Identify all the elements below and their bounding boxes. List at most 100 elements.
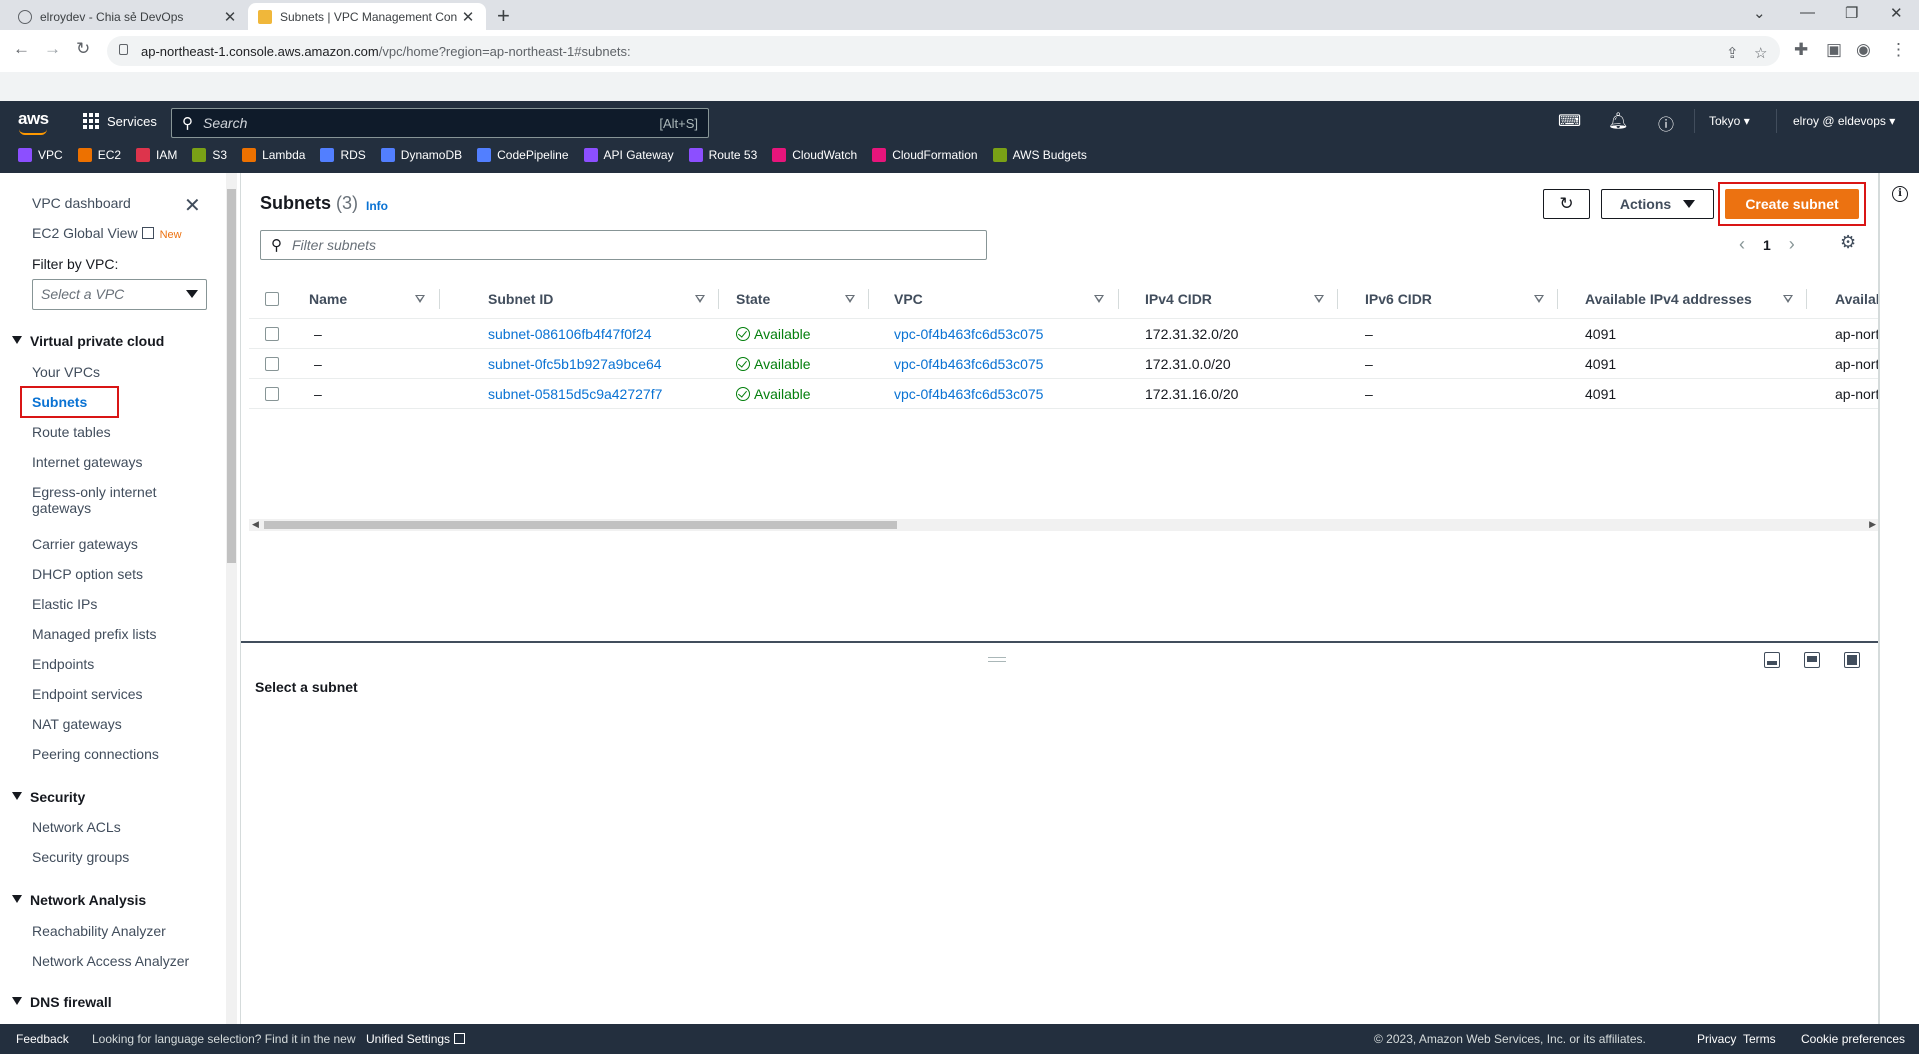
cell-vpc-link[interactable]: vpc-0f4b463fc6d53c075 <box>894 326 1043 342</box>
sidebar-item-internet-gateways[interactable]: Internet gateways <box>32 454 143 470</box>
table-row[interactable]: – subnet-0fc5b1b927a9bce64 Available vpc… <box>249 349 1879 379</box>
favorite-s3[interactable]: S3 <box>192 148 227 162</box>
table-settings-gear-icon[interactable]: ⚙ <box>1840 232 1856 253</box>
sidebar-item-ec2-global-view[interactable]: EC2 Global View New <box>32 225 182 241</box>
extensions-puzzle-icon[interactable]: ✚ <box>1794 40 1808 60</box>
favorite-api-gateway[interactable]: API Gateway <box>583 148 674 162</box>
cell-vpc-link[interactable]: vpc-0f4b463fc6d53c075 <box>894 356 1043 372</box>
select-all-checkbox[interactable] <box>265 292 279 306</box>
region-selector[interactable]: Tokyo ▾ <box>1709 114 1750 128</box>
aws-logo[interactable]: aws <box>18 109 49 135</box>
scroll-right-icon[interactable]: ▶ <box>1869 519 1876 530</box>
services-menu-button[interactable]: Services <box>83 113 157 129</box>
sort-icon[interactable] <box>845 295 855 303</box>
section-dns-firewall[interactable]: DNS firewall <box>12 994 112 1010</box>
sort-icon[interactable] <box>695 295 705 303</box>
section-security[interactable]: Security <box>12 789 85 805</box>
sidebar-item-network-acls[interactable]: Network ACLs <box>32 819 121 835</box>
sidebar-item-managed-prefix-lists[interactable]: Managed prefix lists <box>32 626 157 642</box>
column-header-ipv4-cidr[interactable]: IPv4 CIDR <box>1145 291 1212 307</box>
favorite-ec2[interactable]: EC2 <box>77 148 121 162</box>
sidebar-item-egress-only-gateways[interactable]: Egress-only internet gateways <box>32 484 157 516</box>
section-virtual-private-cloud[interactable]: Virtual private cloud <box>12 333 164 349</box>
sidebar-item-elastic-ips[interactable]: Elastic IPs <box>32 596 97 612</box>
sidebar-item-your-vpcs[interactable]: Your VPCs <box>32 364 100 380</box>
sidebar-scrollbar[interactable] <box>226 173 237 1024</box>
privacy-link[interactable]: Privacy <box>1697 1032 1736 1046</box>
bookmark-star-icon[interactable]: ☆ <box>1754 44 1767 62</box>
column-header-subnet-id[interactable]: Subnet ID <box>488 291 553 307</box>
favorite-aws-budgets[interactable]: AWS Budgets <box>992 148 1087 162</box>
prev-page-icon[interactable]: ‹ <box>1739 234 1745 255</box>
share-icon[interactable]: ⇪ <box>1726 44 1739 62</box>
new-tab-icon[interactable]: + <box>497 3 510 29</box>
cell-subnet-id-link[interactable]: subnet-05815d5c9a42727f7 <box>488 386 662 402</box>
info-link[interactable]: Info <box>366 199 388 213</box>
column-header-availability-zone[interactable]: Availab <box>1835 291 1884 307</box>
favorite-cloudwatch[interactable]: CloudWatch <box>772 148 857 162</box>
sidebar-item-route-tables[interactable]: Route tables <box>32 424 111 440</box>
cloudshell-icon[interactable]: ⌨ <box>1558 111 1581 131</box>
help-icon[interactable]: ⓘ <box>1658 111 1674 135</box>
scroll-left-icon[interactable]: ◀ <box>252 519 259 530</box>
favorite-lambda[interactable]: Lambda <box>242 148 305 162</box>
cell-subnet-id-link[interactable]: subnet-0fc5b1b927a9bce64 <box>488 356 662 372</box>
close-tab-icon[interactable]: ✕ <box>222 8 238 26</box>
column-header-ipv6-cidr[interactable]: IPv6 CIDR <box>1365 291 1432 307</box>
close-icon[interactable]: ✕ <box>184 193 201 218</box>
favorite-dynamodb[interactable]: DynamoDB <box>380 148 462 162</box>
sidebar-item-nat-gateways[interactable]: NAT gateways <box>32 716 122 732</box>
back-arrow-icon[interactable]: ← <box>13 39 30 59</box>
sidebar-item-endpoints[interactable]: Endpoints <box>32 656 94 672</box>
unified-settings-link[interactable]: Unified Settings <box>366 1032 466 1046</box>
page-number[interactable]: 1 <box>1763 237 1771 253</box>
column-header-vpc[interactable]: VPC <box>894 291 923 307</box>
actions-dropdown-button[interactable]: Actions <box>1601 189 1714 219</box>
split-panel-bottom-icon[interactable] <box>1764 652 1780 668</box>
sort-icon[interactable] <box>415 295 425 303</box>
sort-icon[interactable] <box>1783 295 1793 303</box>
side-panel-icon[interactable]: ▣ <box>1826 40 1842 60</box>
sidebar-item-endpoint-services[interactable]: Endpoint services <box>32 686 143 702</box>
tab-search-chevron-icon[interactable]: ⌄ <box>1753 4 1766 22</box>
split-panel-divider[interactable] <box>241 641 1879 643</box>
sidebar-item-reachability-analyzer[interactable]: Reachability Analyzer <box>32 923 166 939</box>
browser-tab-elroydev[interactable]: elroydev - Chia sẻ DevOps ✕ <box>8 3 248 30</box>
sidebar-item-peering-connections[interactable]: Peering connections <box>32 746 159 762</box>
forward-arrow-icon[interactable]: → <box>44 39 61 59</box>
close-tab-icon[interactable]: ✕ <box>460 8 476 26</box>
cell-subnet-id-link[interactable]: subnet-086106fb4f47f0f24 <box>488 326 651 342</box>
table-horizontal-scrollbar[interactable]: ◀ ▶ <box>249 519 1879 531</box>
feedback-link[interactable]: Feedback <box>16 1032 69 1046</box>
sidebar-item-carrier-gateways[interactable]: Carrier gateways <box>32 536 138 552</box>
row-checkbox[interactable] <box>265 357 279 371</box>
sidebar-item-network-access-analyzer[interactable]: Network Access Analyzer <box>32 953 189 969</box>
column-header-available-ipv4[interactable]: Available IPv4 addresses <box>1585 291 1752 307</box>
minimize-icon[interactable]: — <box>1800 4 1815 21</box>
sort-icon[interactable] <box>1534 295 1544 303</box>
notifications-bell-icon[interactable]: 🔔︎ <box>1608 111 1628 131</box>
filter-subnets-input[interactable]: ⚲ Filter subnets <box>260 230 987 260</box>
sidebar-item-security-groups[interactable]: Security groups <box>32 849 129 865</box>
favorite-cloudformation[interactable]: CloudFormation <box>872 148 978 162</box>
column-header-name[interactable]: Name <box>309 291 347 307</box>
cookie-preferences-link[interactable]: Cookie preferences <box>1801 1032 1905 1046</box>
reload-icon[interactable]: ↻ <box>76 39 90 59</box>
table-row[interactable]: – subnet-086106fb4f47f0f24 Available vpc… <box>249 319 1879 349</box>
resize-handle-icon[interactable] <box>988 657 1006 662</box>
column-header-state[interactable]: State <box>736 291 770 307</box>
table-row[interactable]: – subnet-05815d5c9a42727f7 Available vpc… <box>249 379 1879 409</box>
info-panel-icon[interactable]: i <box>1892 186 1908 202</box>
section-network-analysis[interactable]: Network Analysis <box>12 892 146 908</box>
account-menu[interactable]: elroy @ eldevops ▾ <box>1793 114 1895 128</box>
favorite-iam[interactable]: IAM <box>136 148 177 162</box>
favorite-rds[interactable]: RDS <box>320 148 366 162</box>
vpc-filter-select[interactable]: Select a VPC <box>32 279 207 310</box>
browser-menu-icon[interactable]: ⋮ <box>1890 40 1907 60</box>
sidebar-item-dhcp-option-sets[interactable]: DHCP option sets <box>32 566 143 582</box>
global-search-input[interactable]: ⚲ Search [Alt+S] <box>171 108 709 138</box>
close-window-icon[interactable]: ✕ <box>1890 4 1903 22</box>
favorite-vpc[interactable]: VPC <box>18 148 63 162</box>
profile-avatar-icon[interactable]: ◉ <box>1856 40 1871 60</box>
sort-icon[interactable] <box>1314 295 1324 303</box>
